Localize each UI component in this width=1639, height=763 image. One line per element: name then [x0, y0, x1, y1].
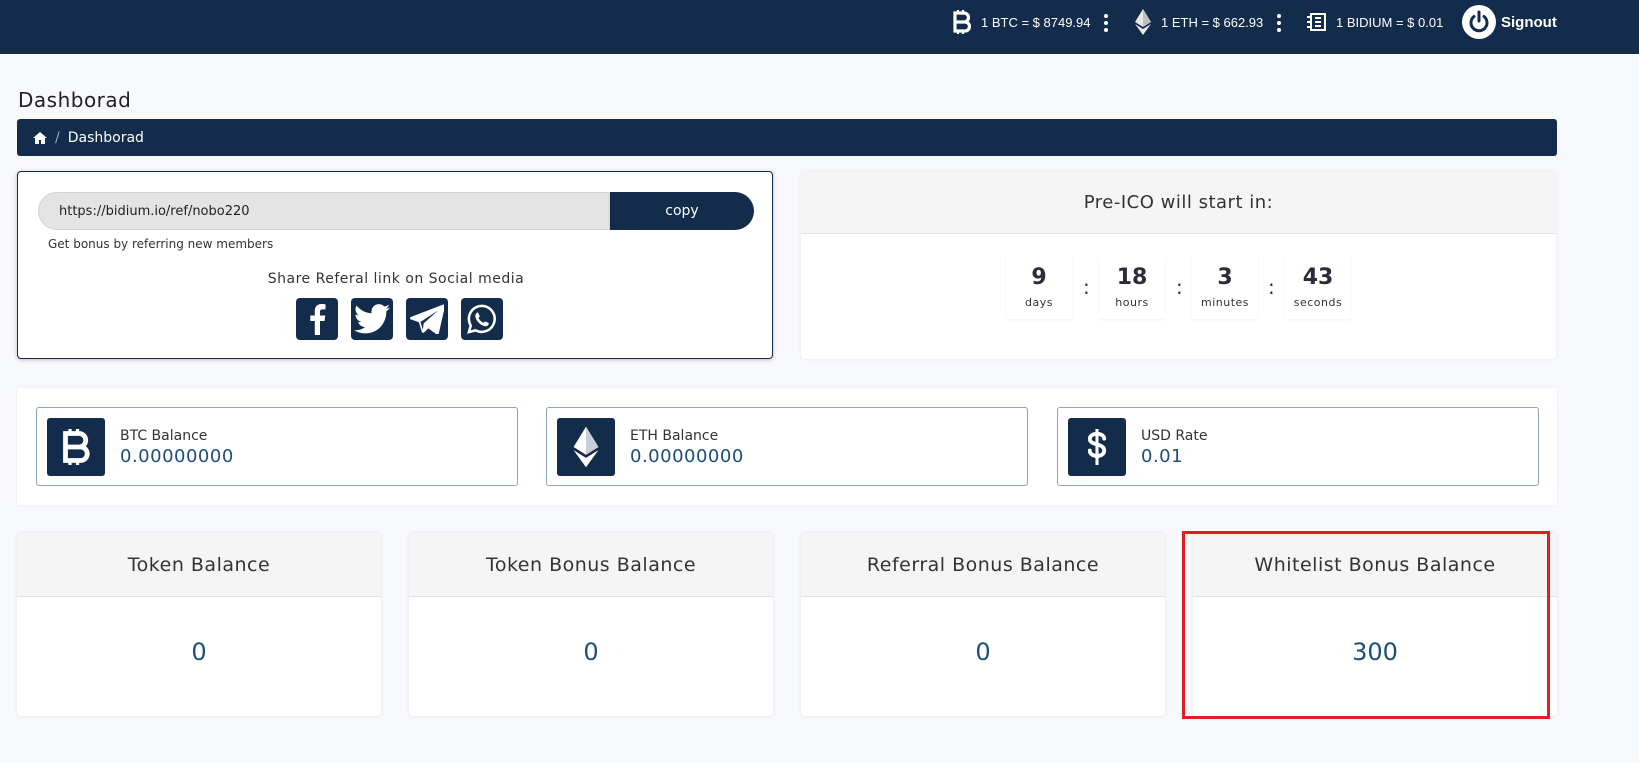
- twitter-icon: [354, 304, 390, 334]
- token-balance-card: Token Balance 0: [17, 533, 381, 716]
- bitcoin-icon: [47, 418, 105, 476]
- btc-rate-text: 1 BTC = $ 8749.94: [981, 14, 1091, 30]
- bidium-rate: 1 BIDIUM = $ 0.01: [1307, 0, 1443, 44]
- usd-rate-card: USD Rate 0.01: [1057, 407, 1539, 486]
- telegram-icon: [410, 304, 444, 334]
- facebook-share-button[interactable]: [296, 298, 338, 340]
- eth-balance-label: ETH Balance: [630, 428, 719, 444]
- eth-more-menu-icon[interactable]: [1277, 14, 1281, 32]
- twitter-share-button[interactable]: [351, 298, 393, 340]
- eth-balance-value: 0.00000000: [630, 446, 744, 467]
- whatsapp-icon: [467, 304, 496, 334]
- bidium-rate-text: 1 BIDIUM = $ 0.01: [1336, 14, 1444, 30]
- token-bonus-balance-card: Token Bonus Balance 0: [409, 533, 773, 716]
- referral-link-text: https://bidium.io/ref/nobo220: [59, 203, 250, 219]
- breadcrumb: / Dashborad: [17, 119, 1557, 156]
- copy-button[interactable]: copy: [610, 192, 754, 230]
- countdown-days: 9 days: [1006, 255, 1072, 319]
- breadcrumb-separator: /: [55, 129, 60, 146]
- btc-more-menu-icon[interactable]: [1104, 14, 1108, 32]
- signout-button[interactable]: Signout: [1462, 5, 1557, 39]
- token-balance-value: 0: [191, 638, 207, 666]
- countdown-separator: :: [1083, 275, 1090, 299]
- countdown-separator: :: [1268, 275, 1275, 299]
- referral-hint: Get bonus by referring new members: [48, 237, 274, 251]
- token-bonus-balance-title: Token Bonus Balance: [409, 533, 773, 597]
- referral-bonus-balance-card: Referral Bonus Balance 0: [801, 533, 1165, 716]
- usd-rate-label: USD Rate: [1141, 428, 1208, 444]
- referral-card: https://bidium.io/ref/nobo220 copy Get b…: [17, 171, 773, 359]
- ethereum-icon: [1135, 9, 1151, 35]
- pre-ico-title: Pre-ICO will start in:: [801, 171, 1556, 234]
- signout-label: Signout: [1501, 13, 1557, 31]
- referral-link-input[interactable]: https://bidium.io/ref/nobo220: [38, 192, 610, 230]
- pre-ico-countdown-card: Pre-ICO will start in: 9 days : 18 hours…: [801, 171, 1556, 359]
- bidium-icon: [1307, 13, 1326, 31]
- countdown-minutes-value: 3: [1217, 265, 1233, 290]
- whitelist-bonus-balance-title: Whitelist Bonus Balance: [1193, 533, 1557, 597]
- btc-rate: 1 BTC = $ 8749.94: [952, 0, 1091, 44]
- countdown-separator: :: [1176, 275, 1183, 299]
- whatsapp-share-button[interactable]: [461, 298, 503, 340]
- facebook-icon: [310, 304, 326, 335]
- countdown-seconds: 43 seconds: [1285, 255, 1351, 319]
- balances-panel: BTC Balance 0.00000000 ETH Balance 0.000…: [17, 388, 1557, 505]
- ethereum-icon: [557, 418, 615, 476]
- btc-balance-value: 0.00000000: [120, 446, 234, 467]
- countdown-days-label: days: [1025, 296, 1053, 309]
- eth-balance-card: ETH Balance 0.00000000: [546, 407, 1028, 486]
- top-bar: 1 BTC = $ 8749.94 1 ETH = $ 662.93 1 BID…: [0, 0, 1639, 54]
- breadcrumb-current: Dashborad: [67, 129, 144, 146]
- whitelist-bonus-balance-card: Whitelist Bonus Balance 300: [1193, 533, 1557, 716]
- countdown-hours-value: 18: [1116, 265, 1148, 290]
- countdown-seconds-value: 43: [1302, 265, 1334, 290]
- eth-rate-text: 1 ETH = $ 662.93: [1161, 14, 1264, 30]
- eth-rate: 1 ETH = $ 662.93: [1134, 0, 1263, 44]
- usd-rate-value: 0.01: [1141, 446, 1184, 467]
- token-bonus-balance-value: 0: [583, 638, 599, 666]
- countdown-minutes-label: minutes: [1200, 296, 1250, 309]
- power-icon: [1462, 5, 1496, 39]
- countdown-seconds-label: seconds: [1293, 296, 1343, 309]
- countdown-hours-label: hours: [1115, 296, 1149, 309]
- token-balance-title: Token Balance: [17, 533, 381, 597]
- countdown-hours: 18 hours: [1099, 255, 1165, 319]
- countdown-minutes: 3 minutes: [1192, 255, 1258, 319]
- telegram-share-button[interactable]: [406, 298, 448, 340]
- page-title: Dashborad: [18, 88, 132, 112]
- share-title: Share Referal link on Social media: [267, 271, 525, 287]
- home-icon[interactable]: [33, 131, 47, 144]
- countdown-days-value: 9: [1031, 265, 1047, 290]
- dollar-icon: [1068, 418, 1126, 476]
- whitelist-bonus-balance-value: 300: [1352, 638, 1398, 666]
- btc-balance-card: BTC Balance 0.00000000: [36, 407, 518, 486]
- referral-bonus-balance-title: Referral Bonus Balance: [801, 533, 1165, 597]
- btc-balance-label: BTC Balance: [120, 428, 208, 444]
- bitcoin-icon: [953, 10, 972, 34]
- referral-bonus-balance-value: 0: [975, 638, 991, 666]
